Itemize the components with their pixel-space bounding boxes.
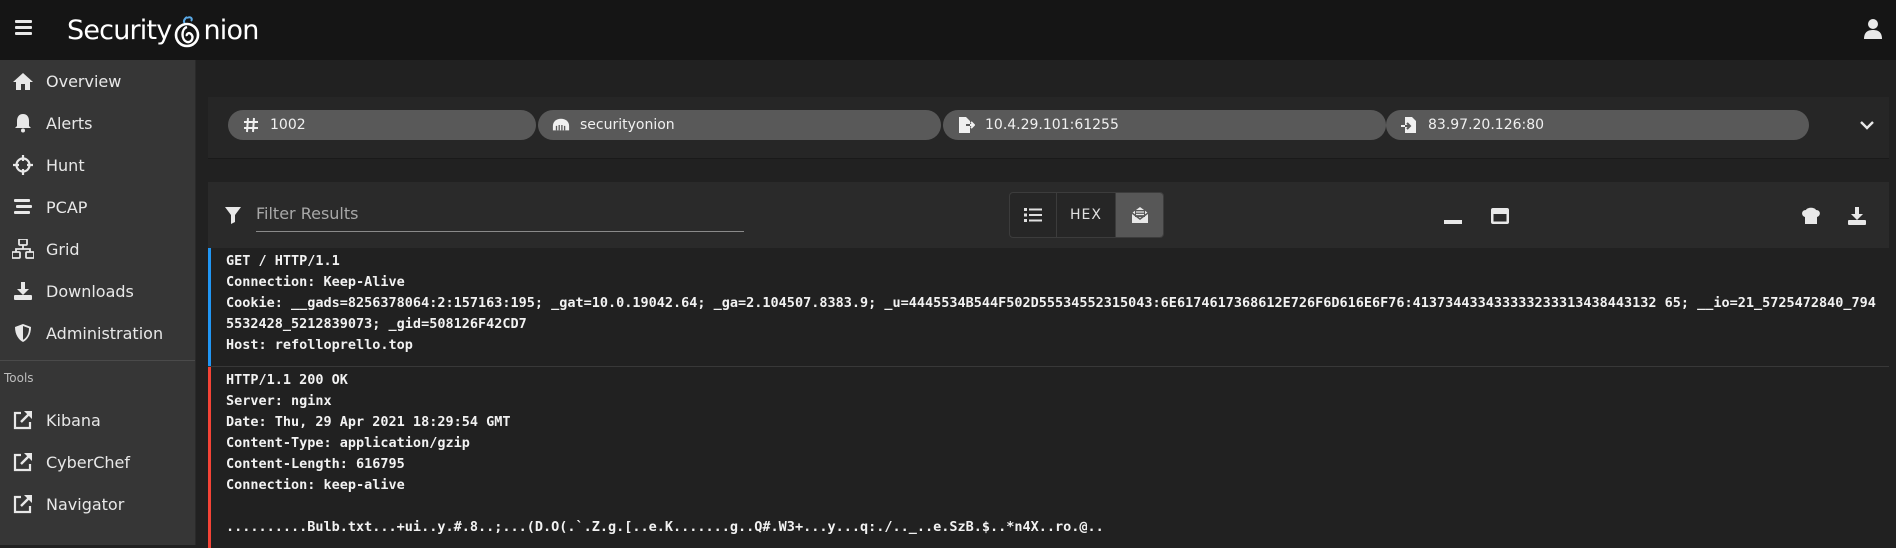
- nav-label: Overview: [46, 71, 122, 91]
- filter-icon: [225, 207, 241, 224]
- response-line: HTTP/1.1 200 OK: [226, 372, 348, 388]
- nav-item-downloads[interactable]: Downloads: [0, 270, 195, 312]
- pcap-toolbar: HEX: [208, 182, 1889, 248]
- sensor-label: securityonion: [580, 117, 675, 133]
- home-icon: [12, 70, 34, 92]
- nav-item-pcap[interactable]: PCAP: [0, 186, 195, 228]
- source-address-label: 10.4.29.101:61255: [985, 117, 1119, 133]
- nav-label: Administration: [46, 323, 164, 343]
- nav-label: Grid: [46, 239, 80, 259]
- destination-file-icon: [1400, 116, 1418, 134]
- transcript-view-button[interactable]: [1116, 193, 1163, 237]
- main-content: 1002 securityonion 10.4.29.101:61255 83.…: [197, 60, 1896, 548]
- tools-section-label: Tools: [4, 371, 34, 385]
- download-pcap-button[interactable]: [1846, 206, 1868, 226]
- shield-icon: [12, 322, 34, 344]
- source-chip[interactable]: 10.4.29.101:61255: [943, 110, 1386, 140]
- nav-item-alerts[interactable]: Alerts: [0, 102, 195, 144]
- request-indicator-bar: [208, 248, 211, 366]
- list-view-button[interactable]: [1010, 193, 1057, 237]
- request-line: Connection: Keep-Alive: [226, 274, 405, 290]
- network-icon: [12, 238, 34, 260]
- response-block: HTTP/1.1 200 OK Server: nginx Date: Thu,…: [208, 367, 1889, 548]
- request-block: GET / HTTP/1.1 Connection: Keep-Alive Co…: [208, 248, 1889, 366]
- top-app-bar: Security nion: [0, 0, 1896, 60]
- nav-item-grid[interactable]: Grid: [0, 228, 195, 270]
- logo-text-onion: nion: [203, 14, 259, 46]
- request-line: GET / HTTP/1.1: [226, 253, 340, 269]
- source-file-icon: [957, 116, 975, 134]
- sensor-chip[interactable]: securityonion: [538, 110, 941, 140]
- response-line: [226, 496, 1879, 517]
- sidebar-divider: [0, 360, 195, 361]
- chevron-down-icon[interactable]: [1859, 117, 1875, 133]
- open-cyberchef-button[interactable]: [1800, 206, 1822, 226]
- chef-hat-icon: [1802, 207, 1820, 224]
- logo-text-security: Security: [67, 14, 172, 46]
- download-icon: [12, 280, 34, 302]
- list-icon: [1024, 208, 1042, 222]
- request-line: Host: refolloprello.top: [226, 337, 413, 353]
- hex-label: HEX: [1070, 207, 1102, 223]
- security-onion-logo[interactable]: Security nion: [67, 8, 259, 52]
- nav-item-hunt[interactable]: Hunt: [0, 144, 195, 186]
- expand-all-button[interactable]: [1489, 206, 1511, 226]
- external-link-icon: [12, 493, 34, 515]
- destination-address-label: 83.97.20.126:80: [1428, 117, 1545, 133]
- window-maximize-icon: [1491, 208, 1509, 224]
- nav-item-navigator[interactable]: Navigator: [0, 483, 195, 525]
- pcap-job-header: 1002 securityonion 10.4.29.101:61255 83.…: [208, 97, 1889, 159]
- external-link-icon: [12, 409, 34, 431]
- user-account-icon[interactable]: [1864, 18, 1882, 40]
- response-line: Content-Type: application/gzip: [226, 435, 470, 451]
- hash-icon: [242, 116, 260, 134]
- nav-label: Downloads: [46, 281, 134, 301]
- filter-results-input[interactable]: [256, 196, 744, 232]
- response-line: Date: Thu, 29 Apr 2021 18:29:54 GMT: [226, 414, 511, 430]
- transcript-view: GET / HTTP/1.1 Connection: Keep-Alive Co…: [208, 248, 1889, 548]
- stream-icon: [12, 196, 34, 218]
- nav-item-administration[interactable]: Administration: [0, 312, 195, 354]
- menu-icon[interactable]: [15, 20, 32, 35]
- response-line: Content-Length: 616795: [226, 456, 405, 472]
- inbox-envelope-icon: [1131, 207, 1148, 223]
- nav-label: CyberChef: [46, 452, 131, 472]
- response-indicator-bar: [208, 367, 211, 548]
- response-line: ..........Bulb.txt...+ui..y.#.8..;...(D.…: [226, 519, 1104, 535]
- job-id-chip[interactable]: 1002: [228, 110, 536, 140]
- view-mode-toggle: HEX: [1009, 192, 1164, 238]
- nav-item-overview[interactable]: Overview: [0, 60, 195, 102]
- nav-label: Kibana: [46, 410, 101, 430]
- bell-icon: [12, 112, 34, 134]
- nav-item-kibana[interactable]: Kibana: [0, 399, 195, 441]
- nav-label: Navigator: [46, 494, 125, 514]
- response-line: Connection: keep-alive: [226, 477, 405, 493]
- nav-label: PCAP: [46, 197, 88, 217]
- sensor-icon: [552, 116, 570, 134]
- nav-item-cyberchef[interactable]: CyberChef: [0, 441, 195, 483]
- onion-logo-icon: [175, 16, 200, 48]
- collapse-all-button[interactable]: [1442, 206, 1464, 226]
- hex-view-button[interactable]: HEX: [1057, 193, 1116, 237]
- nav-label: Alerts: [46, 113, 93, 133]
- navigation-drawer: Overview Alerts Hunt PCAP Grid Downloads: [0, 60, 196, 545]
- request-line: Cookie: __gads=8256378064:2:157163:195; …: [226, 295, 1876, 332]
- crosshairs-icon: [12, 154, 34, 176]
- external-link-icon: [12, 451, 34, 473]
- download-icon: [1848, 207, 1866, 225]
- response-line: Server: nginx: [226, 393, 332, 409]
- nav-label: Hunt: [46, 155, 85, 175]
- job-id-label: 1002: [270, 117, 306, 133]
- window-minimize-icon: [1444, 220, 1462, 224]
- destination-chip[interactable]: 83.97.20.126:80: [1386, 110, 1809, 140]
